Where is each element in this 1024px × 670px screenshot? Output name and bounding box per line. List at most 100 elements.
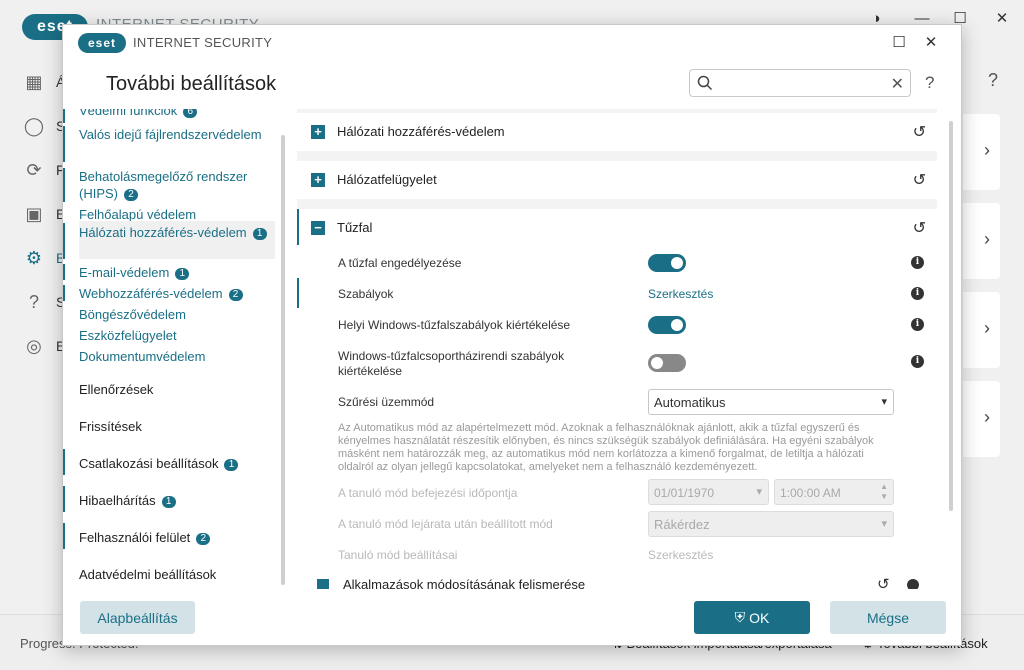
local-rules-toggle[interactable] bbox=[648, 316, 686, 334]
tools-icon[interactable]: ▣ bbox=[22, 202, 46, 226]
nav-item-hips[interactable]: Behatolásmegelőző rendszer (HIPS) 2 bbox=[79, 168, 275, 202]
nav-item-device[interactable]: Eszközfelügyelet bbox=[79, 327, 275, 344]
nav-category-label: Adatvédelmi beállítások bbox=[79, 567, 217, 582]
scan-icon[interactable]: ◯ bbox=[22, 114, 46, 138]
nav-item-label: Böngészővédelem bbox=[79, 307, 186, 322]
settings-card[interactable]: › bbox=[963, 381, 1000, 457]
after-learning-select[interactable]: Rákérdez ▾ bbox=[648, 511, 894, 537]
learning-end-date-value: 01/01/1970 bbox=[654, 486, 715, 500]
reset-icon[interactable]: ↺ bbox=[913, 170, 926, 190]
settings-card[interactable]: › bbox=[963, 292, 1000, 368]
help-support-icon[interactable]: ? bbox=[22, 290, 46, 314]
filter-mode-description: Az Automatikus mód az alapértelmezett mó… bbox=[338, 422, 874, 473]
info-icon[interactable]: i bbox=[911, 256, 924, 269]
time-spinner-icon: ▲ ▼ bbox=[880, 482, 888, 501]
nav-item-label: Dokumentumvédelem bbox=[79, 349, 206, 364]
maximize-icon[interactable]: ☐ bbox=[889, 32, 909, 52]
nav-item-protections[interactable]: Védelmi funkciók 6 bbox=[79, 109, 275, 119]
toggle-knob bbox=[651, 357, 663, 369]
nav-item-browser[interactable]: Böngészővédelem bbox=[79, 306, 275, 323]
enable-firewall-label: A tűzfal engedélyezése bbox=[338, 256, 462, 270]
reset-icon[interactable]: ↺ bbox=[913, 122, 926, 142]
main-help-icon[interactable]: ? bbox=[988, 70, 998, 91]
help-icon[interactable]: ? bbox=[925, 73, 934, 93]
nav-item-document[interactable]: Dokumentumvédelem bbox=[79, 348, 275, 365]
update-icon[interactable]: ⟳ bbox=[22, 158, 46, 182]
settings-nav: Védelmi funkciók 6 Valós idejű fájlrendsz… bbox=[63, 109, 287, 589]
defaults-button[interactable]: Alapbeállítás bbox=[80, 601, 195, 634]
nav-category-label: Ellenőrzések bbox=[79, 382, 154, 397]
overview-icon[interactable]: ▦ bbox=[22, 70, 46, 94]
local-rules-label: Helyi Windows-tűzfalszabályok kiértékelé… bbox=[338, 318, 571, 332]
nav-category-privacy[interactable]: Adatvédelmi beállítások bbox=[79, 567, 216, 582]
learning-end-time[interactable]: 1:00:00 AM ▲ ▼ bbox=[774, 479, 894, 505]
nav-item-email[interactable]: E-mail-védelem 1 bbox=[79, 264, 275, 281]
nav-category-scans[interactable]: Ellenőrzések bbox=[79, 382, 153, 397]
nav-indicator bbox=[63, 486, 65, 512]
nav-category-troubleshooting[interactable]: Hibaelhárítás 1 bbox=[79, 493, 176, 508]
learning-settings-edit-link[interactable]: Szerkesztés bbox=[648, 548, 713, 562]
close-icon[interactable]: ✕ bbox=[921, 32, 941, 52]
cancel-button[interactable]: Mégse bbox=[830, 601, 946, 634]
cancel-button-label: Mégse bbox=[866, 609, 910, 626]
clear-search-icon[interactable]: ✕ bbox=[891, 74, 904, 94]
nav-item-realtime[interactable]: Valós idejű fájlrendszervédelem bbox=[79, 126, 275, 143]
section-network-monitor[interactable]: + Hálózatfelügyelet ↺ bbox=[297, 161, 937, 199]
learning-settings-label: Tanuló mód beállításai bbox=[338, 548, 458, 562]
reset-icon[interactable]: ↺ bbox=[913, 218, 926, 238]
nav-badge: 1 bbox=[224, 458, 239, 471]
section-indicator bbox=[297, 278, 299, 308]
chevron-down-icon: ▾ bbox=[756, 486, 762, 498]
nav-item-web[interactable]: Webhozzáférés-védelem 2 bbox=[79, 285, 275, 302]
section-network-access[interactable]: + Hálózati hozzáférés-védelem ↺ bbox=[297, 113, 937, 151]
filter-mode-value: Automatikus bbox=[654, 395, 726, 410]
enable-firewall-toggle[interactable] bbox=[648, 254, 686, 272]
settings-card[interactable]: › bbox=[963, 114, 1000, 190]
nav-badge: 2 bbox=[124, 188, 138, 201]
expand-icon[interactable] bbox=[317, 579, 329, 589]
expand-icon[interactable]: + bbox=[311, 173, 325, 187]
nav-badge: 2 bbox=[196, 532, 211, 545]
search-input[interactable] bbox=[718, 73, 886, 93]
info-icon[interactable]: i bbox=[911, 287, 924, 300]
toggle-knob bbox=[671, 257, 683, 269]
info-icon[interactable]: i bbox=[911, 355, 924, 368]
reset-icon[interactable]: ↺ bbox=[877, 575, 890, 589]
nav-indicator bbox=[63, 168, 65, 202]
expand-icon[interactable]: + bbox=[311, 125, 325, 139]
nav-category-ui[interactable]: Felhasználói felület 2 bbox=[79, 530, 211, 545]
content-scrollbar[interactable] bbox=[949, 121, 953, 511]
nav-item-label: Webhozzáférés-védelem bbox=[79, 286, 223, 301]
account-icon[interactable]: ◎ bbox=[22, 334, 46, 358]
close-icon[interactable]: ✕ bbox=[992, 8, 1012, 28]
info-icon[interactable] bbox=[907, 579, 919, 589]
nav-item-network-access[interactable]: Hálózati hozzáférés-védelem 1 bbox=[79, 221, 275, 259]
nav-category-label: Frissítések bbox=[79, 419, 142, 434]
collapse-icon[interactable]: − bbox=[311, 221, 325, 235]
nav-category-label: Hibaelhárítás bbox=[79, 493, 156, 508]
info-icon[interactable]: i bbox=[911, 318, 924, 331]
filter-mode-select[interactable]: Automatikus ▾ bbox=[648, 389, 894, 415]
section-title: Hálózatfelügyelet bbox=[337, 172, 437, 187]
settings-card[interactable]: › bbox=[963, 203, 1000, 279]
section-firewall: − Tűzfal ↺ A tűzfal engedélyezése i Szab… bbox=[297, 209, 937, 589]
ok-button[interactable]: ⛨ OK bbox=[694, 601, 810, 634]
nav-category-connectivity[interactable]: Csatlakozási beállítások 1 bbox=[79, 456, 239, 471]
nav-indicator bbox=[63, 523, 65, 549]
after-learning-value: Rákérdez bbox=[654, 517, 710, 532]
nav-badge: 2 bbox=[228, 288, 243, 301]
chevron-right-icon: › bbox=[984, 140, 990, 160]
eset-logo: eset bbox=[78, 33, 126, 53]
nav-category-updates[interactable]: Frissítések bbox=[79, 419, 142, 434]
group-policy-label: Windows-tűzfalcsoportházirendi szabályok… bbox=[338, 349, 565, 378]
learning-end-date[interactable]: 01/01/1970 ▾ bbox=[648, 479, 769, 505]
group-policy-toggle[interactable] bbox=[648, 354, 686, 372]
rules-edit-link[interactable]: Szerkesztés bbox=[648, 287, 713, 301]
settings-icon[interactable]: ⚙ bbox=[22, 246, 46, 270]
search-box[interactable]: ✕ bbox=[689, 69, 911, 97]
chevron-down-icon: ▾ bbox=[881, 396, 887, 408]
firewall-header[interactable]: − Tűzfal ↺ bbox=[297, 209, 937, 247]
nav-badge: 1 bbox=[252, 227, 267, 240]
nav-scrollbar[interactable] bbox=[281, 135, 285, 585]
section-app-modification[interactable]: Alkalmazások módosításának felismerése ↺ bbox=[297, 567, 937, 589]
